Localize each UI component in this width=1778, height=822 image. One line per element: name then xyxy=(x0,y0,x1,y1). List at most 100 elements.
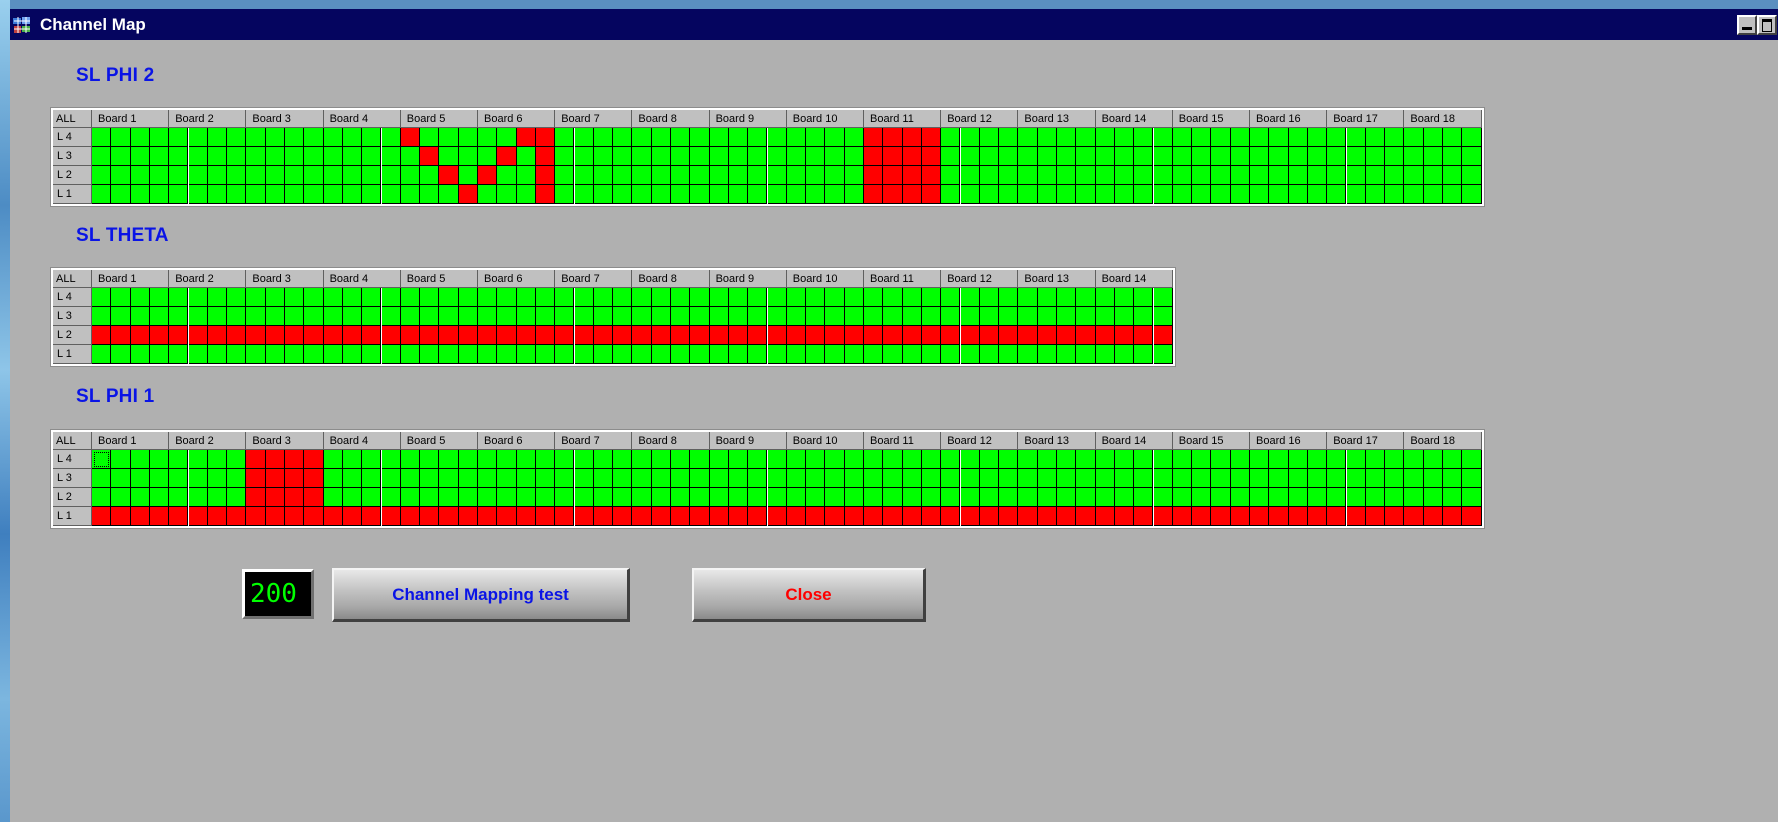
channel-cell-ok[interactable] xyxy=(1153,488,1173,507)
channel-cell-dead[interactable] xyxy=(323,326,343,345)
channel-cell-ok[interactable] xyxy=(574,128,594,147)
channel-cell-ok[interactable] xyxy=(458,166,478,185)
channel-cell-ok[interactable] xyxy=(400,488,421,507)
channel-cell-ok[interactable] xyxy=(246,147,266,166)
channel-cell-dead[interactable] xyxy=(439,166,459,185)
channel-cell-ok[interactable] xyxy=(342,128,363,147)
channel-cell-dead[interactable] xyxy=(1211,507,1231,526)
channel-cell-ok[interactable] xyxy=(420,185,440,204)
channel-cell-ok[interactable] xyxy=(130,345,150,364)
channel-cell-ok[interactable] xyxy=(265,166,285,185)
channel-cell-ok[interactable] xyxy=(439,147,459,166)
layer-label[interactable]: L 1 xyxy=(53,185,92,204)
channel-cell-dead[interactable] xyxy=(902,326,922,345)
channel-cell-ok[interactable] xyxy=(169,345,189,364)
channel-cell-dead[interactable] xyxy=(844,326,864,345)
channel-cell-ok[interactable] xyxy=(883,288,903,307)
channel-cell-dead[interactable] xyxy=(111,507,131,526)
minimize-button[interactable] xyxy=(1737,15,1757,35)
channel-cell-ok[interactable] xyxy=(555,488,575,507)
channel-cell-ok[interactable] xyxy=(458,450,478,469)
channel-cell-ok[interactable] xyxy=(1404,469,1424,488)
channel-cell-dead[interactable] xyxy=(535,507,556,526)
channel-cell-ok[interactable] xyxy=(1172,147,1193,166)
channel-cell-ok[interactable] xyxy=(844,469,864,488)
channel-cell-ok[interactable] xyxy=(439,488,459,507)
channel-cell-ok[interactable] xyxy=(709,185,729,204)
channel-cell-ok[interactable] xyxy=(1095,128,1115,147)
channel-cell-ok[interactable] xyxy=(362,185,382,204)
channel-cell-ok[interactable] xyxy=(1365,128,1386,147)
channel-cell-ok[interactable] xyxy=(709,166,729,185)
channel-cell-ok[interactable] xyxy=(767,128,787,147)
channel-cell-ok[interactable] xyxy=(1095,469,1115,488)
layer-label[interactable]: L 4 xyxy=(53,450,92,469)
channel-cell-ok[interactable] xyxy=(979,469,1000,488)
channel-cell-ok[interactable] xyxy=(1404,488,1424,507)
channel-cell-ok[interactable] xyxy=(1385,166,1405,185)
board-header[interactable]: Board 1 xyxy=(92,270,170,288)
channel-cell-ok[interactable] xyxy=(613,469,633,488)
board-header[interactable]: Board 14 xyxy=(1095,270,1173,288)
channel-cell-ok[interactable] xyxy=(92,128,112,147)
channel-cell-ok[interactable] xyxy=(806,345,826,364)
channel-cell-ok[interactable] xyxy=(1327,488,1347,507)
channel-cell-ok[interactable] xyxy=(1172,469,1193,488)
channel-cell-ok[interactable] xyxy=(844,307,864,326)
channel-cell-ok[interactable] xyxy=(728,166,749,185)
channel-cell-ok[interactable] xyxy=(92,450,112,469)
layer-label[interactable]: L 4 xyxy=(53,128,92,147)
channel-cell-ok[interactable] xyxy=(400,288,421,307)
channel-cell-ok[interactable] xyxy=(767,288,787,307)
channel-cell-ok[interactable] xyxy=(130,147,150,166)
channel-cell-ok[interactable] xyxy=(1365,185,1386,204)
channel-cell-dead[interactable] xyxy=(593,507,614,526)
channel-cell-ok[interactable] xyxy=(806,307,826,326)
channel-cell-ok[interactable] xyxy=(555,469,575,488)
layer-label[interactable]: L 2 xyxy=(53,488,92,507)
channel-cell-ok[interactable] xyxy=(864,488,884,507)
channel-cell-dead[interactable] xyxy=(535,326,556,345)
channel-cell-dead[interactable] xyxy=(1095,326,1115,345)
channel-cell-ok[interactable] xyxy=(323,488,343,507)
channel-cell-ok[interactable] xyxy=(960,147,980,166)
channel-cell-ok[interactable] xyxy=(1211,147,1231,166)
channel-cell-dead[interactable] xyxy=(246,326,266,345)
channel-cell-ok[interactable] xyxy=(651,469,671,488)
channel-cell-ok[interactable] xyxy=(632,185,652,204)
channel-cell-ok[interactable] xyxy=(902,488,922,507)
channel-cell-dead[interactable] xyxy=(304,469,324,488)
channel-cell-ok[interactable] xyxy=(111,488,131,507)
channel-cell-ok[interactable] xyxy=(1172,128,1193,147)
board-header[interactable]: Board 13 xyxy=(1018,432,1096,450)
channel-cell-dead[interactable] xyxy=(709,507,729,526)
channel-cell-ok[interactable] xyxy=(806,166,826,185)
channel-cell-ok[interactable] xyxy=(362,469,382,488)
channel-cell-dead[interactable] xyxy=(1462,507,1482,526)
channel-cell-ok[interactable] xyxy=(207,345,228,364)
channel-cell-ok[interactable] xyxy=(825,128,845,147)
channel-cell-ok[interactable] xyxy=(1057,450,1077,469)
channel-cell-ok[interactable] xyxy=(728,288,749,307)
channel-cell-ok[interactable] xyxy=(149,185,170,204)
channel-cell-ok[interactable] xyxy=(1269,185,1289,204)
channel-cell-ok[interactable] xyxy=(516,185,536,204)
channel-cell-ok[interactable] xyxy=(1307,450,1328,469)
channel-cell-dead[interactable] xyxy=(902,507,922,526)
channel-cell-ok[interactable] xyxy=(130,307,150,326)
channel-cell-ok[interactable] xyxy=(1250,166,1270,185)
channel-cell-ok[interactable] xyxy=(149,450,170,469)
channel-cell-ok[interactable] xyxy=(864,450,884,469)
channel-cell-dead[interactable] xyxy=(516,507,536,526)
channel-cell-ok[interactable] xyxy=(265,307,285,326)
channel-cell-ok[interactable] xyxy=(1211,488,1231,507)
channel-cell-ok[interactable] xyxy=(1037,185,1057,204)
channel-cell-ok[interactable] xyxy=(420,128,440,147)
channel-cell-ok[interactable] xyxy=(1327,469,1347,488)
channel-cell-ok[interactable] xyxy=(1307,147,1328,166)
channel-cell-ok[interactable] xyxy=(632,450,652,469)
channel-cell-ok[interactable] xyxy=(188,128,208,147)
channel-cell-ok[interactable] xyxy=(1153,147,1173,166)
channel-cell-ok[interactable] xyxy=(941,166,961,185)
channel-cell-ok[interactable] xyxy=(1057,147,1077,166)
